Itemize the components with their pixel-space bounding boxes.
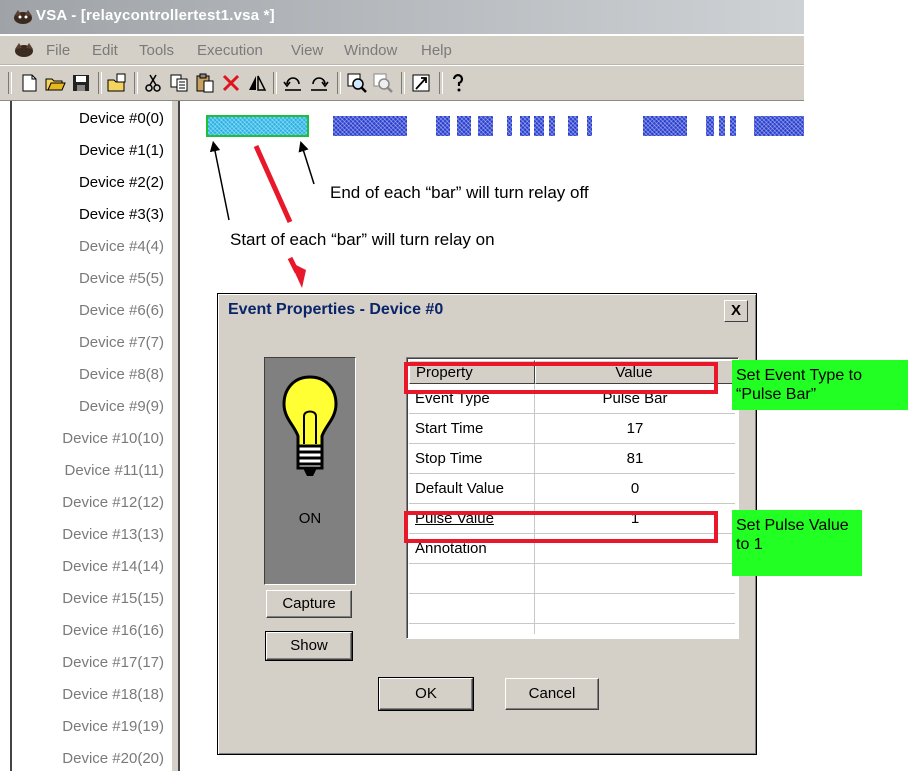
state-panel: ON [264,357,356,585]
property-cell: Start Time [415,420,484,437]
end-annotation: End of each “bar” will turn relay off [330,183,589,202]
pulse-value-highlight [404,511,718,543]
event-type-highlight [404,362,718,394]
table-row[interactable]: Stop Time 81 [409,444,735,474]
value-cell[interactable]: 81 [535,444,735,474]
value-cell[interactable]: 17 [535,414,735,444]
red-pointer-head [290,262,306,288]
dialog-title: Event Properties - Device #0 [228,301,444,318]
state-label: ON [298,510,322,527]
end-arrow [298,140,315,185]
property-table: Property Value Event Type Pulse Bar Star… [406,357,739,639]
start-annotation: Start of each “bar” will turn relay on [230,230,495,249]
capture-button[interactable]: Capture [266,590,352,618]
pulse-value-callout: Set Pulse Value to 1 [732,510,862,576]
ok-button[interactable]: OK [378,677,474,711]
property-cell: Stop Time [415,450,483,467]
value-cell[interactable]: 0 [535,474,735,504]
value-cell[interactable] [535,564,735,594]
close-button[interactable]: X [724,300,748,322]
property-cell: Default Value [415,480,504,497]
value-cell[interactable] [535,594,735,624]
dialog-title-bar: Event Properties - Device #0 X [220,296,754,324]
table-row[interactable] [409,594,735,624]
start-arrow [209,140,230,221]
event-type-callout: Set Event Type to “Pulse Bar” [732,360,908,410]
red-pointer-line [253,144,293,224]
table-row[interactable]: Default Value 0 [409,474,735,504]
light-bulb-icon [282,375,338,476]
cancel-button[interactable]: Cancel [505,678,599,710]
table-row[interactable] [409,564,735,594]
table-row[interactable]: Start Time 17 [409,414,735,444]
show-button[interactable]: Show [265,631,353,661]
